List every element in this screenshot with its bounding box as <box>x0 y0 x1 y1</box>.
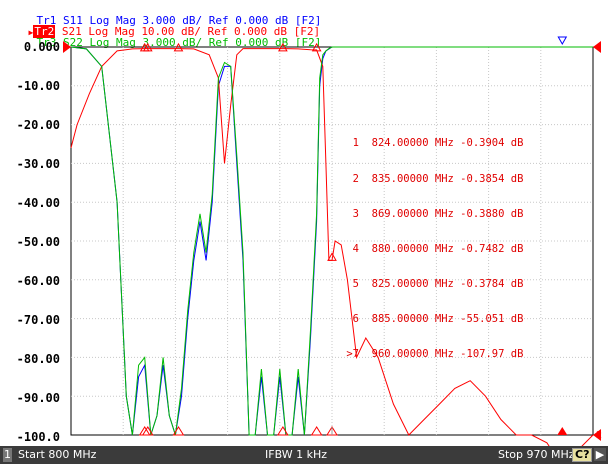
marker-row: >7 960.00000 MHz -107.97 dB <box>339 348 524 361</box>
marker-row: 3 869.00000 MHz -0.3880 dB <box>339 207 524 221</box>
marker-row: 1 824.00000 MHz -0.3904 dB <box>339 137 524 150</box>
marker-num: >7 <box>346 348 359 361</box>
marker-num: 5 <box>352 277 359 290</box>
marker-value: -55.051 dB <box>460 312 524 325</box>
marker-num: 6 <box>352 312 359 325</box>
marker-value: -0.3784 dB <box>460 277 524 290</box>
ref-level-left-icon <box>63 41 71 53</box>
stop-frequency[interactable]: Stop 970 MHz <box>498 448 575 461</box>
marker-bottom-triangle <box>310 426 323 436</box>
calibration-badge[interactable]: C? <box>572 448 593 462</box>
marker-value: -0.7482 dB <box>460 242 524 255</box>
marker-freq: 960.00000 MHz <box>371 348 454 361</box>
marker-row: 2 835.00000 MHz -0.3854 dB <box>339 172 524 186</box>
ifbw-setting[interactable]: IFBW 1 kHz <box>265 448 327 461</box>
start-frequency[interactable]: Start 800 MHz <box>18 448 96 461</box>
marker-num: 1 <box>352 137 359 150</box>
marker-num: 2 <box>352 172 359 185</box>
vna-window: Tr1 S11 Log Mag 3.000 dB/ Ref 0.000 dB [… <box>0 0 608 464</box>
marker-freq: 824.00000 MHz <box>371 137 454 150</box>
marker-7-top-icon <box>557 36 568 46</box>
marker-freq: 885.00000 MHz <box>371 312 454 325</box>
scale-marker-label: 2 <box>596 430 602 441</box>
marker-7-bottom-icon <box>557 427 568 435</box>
marker-freq: 835.00000 MHz <box>371 172 454 185</box>
marker-freq: 880.00000 MHz <box>371 242 454 255</box>
marker-value: -0.3854 dB <box>460 172 524 185</box>
marker-num: 4 <box>352 242 359 255</box>
marker-table: 1 824.00000 MHz -0.3904 dB 2 835.00000 M… <box>339 115 523 384</box>
marker-value: -0.3904 dB <box>460 137 524 150</box>
marker-value: -107.97 dB <box>460 348 524 361</box>
marker-freq: 869.00000 MHz <box>371 207 454 220</box>
marker-num: 3 <box>352 207 359 220</box>
marker-row: 4 880.00000 MHz -0.7482 dB <box>339 242 524 256</box>
marker-value: -0.3880 dB <box>460 207 524 220</box>
marker-row: 6 885.00000 MHz -55.051 dB <box>339 312 524 326</box>
expand-arrow-icon[interactable]: ▶ <box>594 448 606 461</box>
ref-level-right-icon <box>593 41 601 53</box>
marker-row: 5 825.00000 MHz -0.3784 dB <box>339 277 524 291</box>
marker-freq: 825.00000 MHz <box>371 277 454 290</box>
channel-number[interactable]: 1 <box>3 448 12 462</box>
status-bar: 1 Start 800 MHz IFBW 1 kHz Stop 970 MHz … <box>0 446 608 464</box>
